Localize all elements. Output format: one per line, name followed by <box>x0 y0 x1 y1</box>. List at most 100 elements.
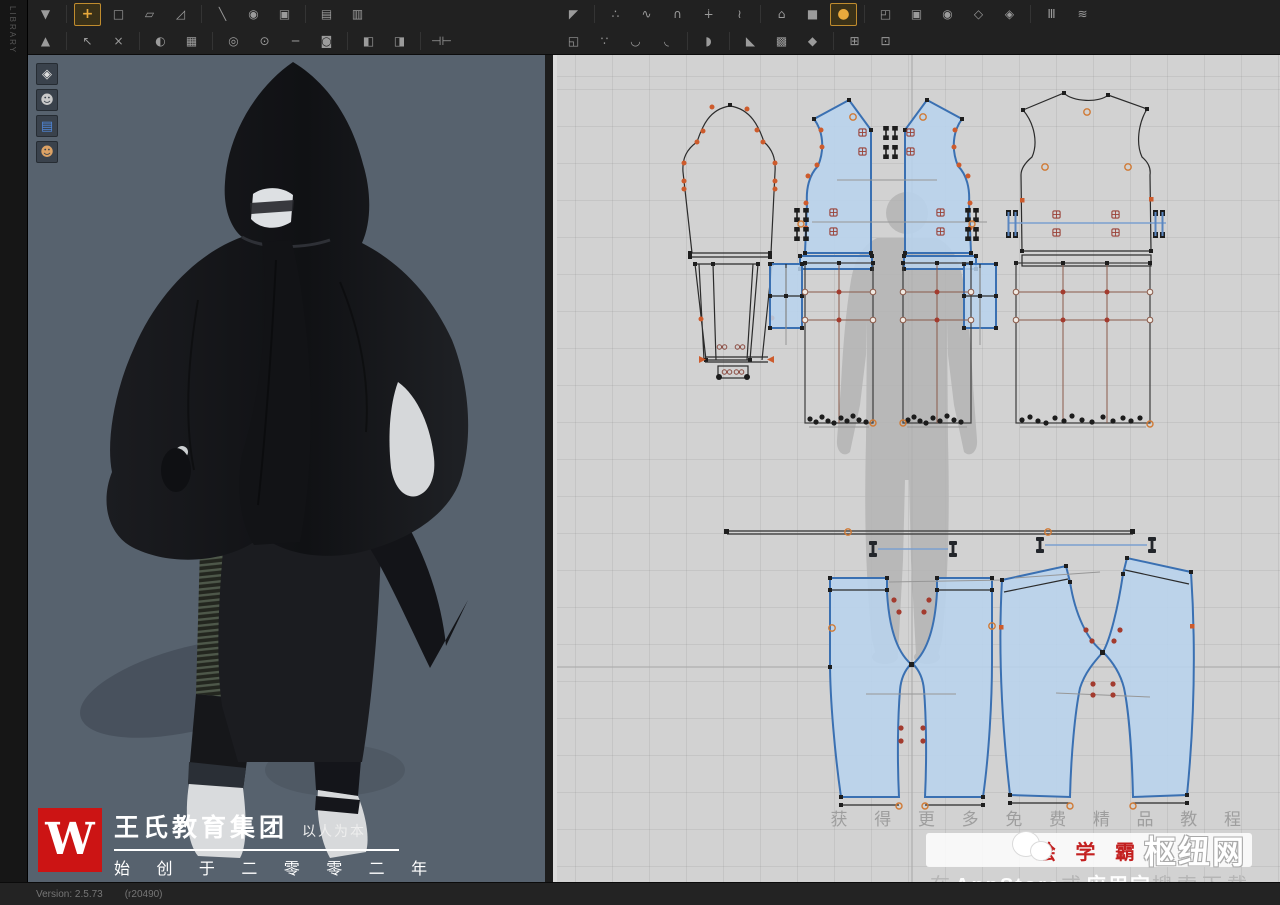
grading-edit-icon[interactable]: ⊡ <box>872 30 899 53</box>
circle-tool-icon[interactable]: ● <box>830 3 857 26</box>
free-sewing-icon[interactable]: ◡ <box>622 30 649 53</box>
show-avatar-button[interactable]: ☻ <box>36 89 58 111</box>
dart-diamond-icon[interactable]: ◇ <box>965 3 992 26</box>
drag-select-icon[interactable]: ◿ <box>167 3 194 26</box>
status-bar: Version: 2.5.73 (r20490) <box>0 882 1280 905</box>
fastener-marks-back <box>1006 210 1165 238</box>
build-label: (r20490) <box>125 889 163 900</box>
viewport-3d[interactable]: ◈ ☻ ▤ ☻ W 王氏教育集团 以人为本 始 创 于 二 零 零 二 年 <box>28 55 545 882</box>
toolbar-3d-row1: ▼ +□▱◿ ╲◉▣ ▤▥ <box>30 1 373 27</box>
fabric-texture-icon[interactable]: ▩ <box>768 30 795 53</box>
version-label: Version: 2.5.73 <box>36 889 103 900</box>
watermark-right: 获 得 更 多 免 费 精 品 教 程 绘 学 霸 枢纽网 在AppStore或… <box>830 805 1252 882</box>
library-side-strip[interactable]: LIBRARY <box>0 0 28 882</box>
wechat-icon <box>1012 829 1052 869</box>
button-icon[interactable]: ⊙ <box>251 30 278 53</box>
edit-sewing-icon[interactable]: ◱ <box>560 30 587 53</box>
pattern-piece-bodice-front-left[interactable] <box>803 98 873 255</box>
watermark-subtitle: 始 创 于 二 零 零 二 年 <box>114 855 438 879</box>
marvelous-designer-window: ▼+□▱◿╲◉▣▤▥ ▲↖×◐▦◎⊙─◙◧◨⊣⊢ ◤∴∿∩∔≀⌂■●◰▣◉◇◈Ⅲ… <box>0 0 1280 905</box>
watermark-brand-band: 绘 学 霸 枢纽网 <box>926 833 1252 867</box>
pattern-2d-window[interactable]: .pout{fill:none;stroke:#2b2b2b;stroke-wi… <box>553 55 1280 882</box>
transform-pattern-icon[interactable]: ◤ <box>560 3 587 26</box>
toolbar-3d-row2: ▲ ↖× ◐▦ ◎⊙─◙ ◧◨ ⊣⊢ <box>30 28 457 54</box>
add-curve-point-icon[interactable]: ≀ <box>726 3 753 26</box>
arrangement-pants-icon[interactable]: ▥ <box>344 3 371 26</box>
box-select-icon[interactable]: □ <box>105 3 132 26</box>
avatar-3d-render[interactable] <box>28 55 545 882</box>
internal-circle-icon[interactable]: ◉ <box>934 3 961 26</box>
pattern-piece-bodice-front-right[interactable] <box>903 98 973 255</box>
lasso-select-icon[interactable]: ▱ <box>136 3 163 26</box>
yingyongbao-text: 应用宝 <box>1086 875 1152 882</box>
search-download-text: 搜索下载 <box>1152 875 1252 882</box>
pattern-piece-bodice-back[interactable] <box>1006 91 1166 266</box>
fold-arrangement-icon[interactable]: ▤ <box>313 3 340 26</box>
flatten-right-icon[interactable]: ◨ <box>386 30 413 53</box>
viewport-display-buttons: ◈ ☻ ▤ ☻ <box>36 63 58 163</box>
wang-education-logo: W <box>38 808 102 872</box>
appstore-text: AppStore <box>955 875 1061 882</box>
download-text: 在 <box>930 875 955 882</box>
edit-curvature-icon[interactable]: ∿ <box>633 3 660 26</box>
edit-curve-point-icon[interactable]: ∩ <box>664 3 691 26</box>
toolbar-separator <box>760 5 761 23</box>
avatar-pose-icon[interactable]: ▲ <box>32 30 59 53</box>
show-garment-button[interactable]: ◈ <box>36 63 58 85</box>
fabric-strain-icon[interactable]: ◐ <box>147 30 174 53</box>
flatten-left-icon[interactable]: ◧ <box>355 30 382 53</box>
pleats-fold-icon[interactable]: ≋ <box>1069 3 1096 26</box>
watermark-title: 王氏教育集团 <box>114 808 288 844</box>
move-pattern-icon[interactable]: ◆ <box>799 30 826 53</box>
toolbar-separator <box>66 32 67 50</box>
select-move-icon[interactable]: + <box>74 3 101 26</box>
mn-sewing-icon[interactable]: ◟ <box>653 30 680 53</box>
fabric-library-button[interactable]: ▤ <box>36 115 58 137</box>
polygon-tool-icon[interactable]: ⌂ <box>768 3 795 26</box>
pattern-piece-side-panel-left[interactable] <box>768 262 804 345</box>
watermark-divider <box>114 849 399 851</box>
pattern-piece-pants-back[interactable] <box>999 556 1195 809</box>
rectangle-tool-icon[interactable]: ■ <box>799 3 826 26</box>
pattern-piece-sleeve[interactable] <box>682 103 778 259</box>
base-line-icon[interactable]: ◈ <box>996 3 1023 26</box>
buttonhole-icon[interactable]: ◎ <box>220 30 247 53</box>
dart-polygon-icon[interactable]: ◰ <box>872 3 899 26</box>
internal-rectangle-icon[interactable]: ▣ <box>903 3 930 26</box>
toolbar-separator <box>139 32 140 50</box>
pleats-icon[interactable]: Ⅲ <box>1038 3 1065 26</box>
toolbar-separator <box>305 5 306 23</box>
watermark-left: W 王氏教育集团 以人为本 始 创 于 二 零 零 二 年 <box>38 808 438 879</box>
avatar-skin-button[interactable]: ☻ <box>36 141 58 163</box>
toolbar-separator <box>212 32 213 50</box>
pin-lock-icon[interactable]: ◙ <box>313 30 340 53</box>
logo-w-glyph: W <box>45 818 94 862</box>
seam-line-icon[interactable]: ─ <box>282 30 309 53</box>
garment-display-icon[interactable]: ▣ <box>271 3 298 26</box>
toolbar-separator <box>687 32 688 50</box>
pattern-map-icon[interactable]: ▦ <box>178 30 205 53</box>
toolbar-separator <box>1030 5 1031 23</box>
brush-icon[interactable]: ◉ <box>240 3 267 26</box>
or-text: 或 <box>1061 875 1086 882</box>
toolbar-separator <box>594 5 595 23</box>
pattern-canvas[interactable]: .pout{fill:none;stroke:#2b2b2b;stroke-wi… <box>553 55 1280 882</box>
toolbar-separator <box>420 32 421 50</box>
tack-sewing-icon[interactable]: ∵ <box>591 30 618 53</box>
tack-arrow-icon[interactable]: ◣ <box>737 30 764 53</box>
edit-pattern-icon[interactable]: ∴ <box>602 3 629 26</box>
pin-icon[interactable]: ╲ <box>209 3 236 26</box>
simulate-icon[interactable]: ▼ <box>32 3 59 26</box>
pattern-piece-skirt-back[interactable] <box>1013 261 1153 427</box>
toolbar-separator <box>201 5 202 23</box>
tack-on-avatar-icon[interactable]: ↖ <box>74 30 101 53</box>
add-point-icon[interactable]: ∔ <box>695 3 722 26</box>
pattern-piece-gauntlet[interactable] <box>693 262 775 380</box>
iron-icon[interactable]: ◗ <box>695 30 722 53</box>
library-tab-label[interactable]: LIBRARY <box>8 6 17 54</box>
symmetry-icon[interactable]: ⊣⊢ <box>428 30 455 53</box>
grading-icon[interactable]: ⊞ <box>841 30 868 53</box>
scissors-icon[interactable]: × <box>105 30 132 53</box>
toolbar-2d-row2: ◱∵◡◟ ◗ ◣▩◆ ⊞⊡ <box>558 28 901 54</box>
toolbar-2d-row1: ◤ ∴∿∩∔≀ ⌂■● ◰▣◉◇◈ Ⅲ≋ <box>558 1 1098 27</box>
